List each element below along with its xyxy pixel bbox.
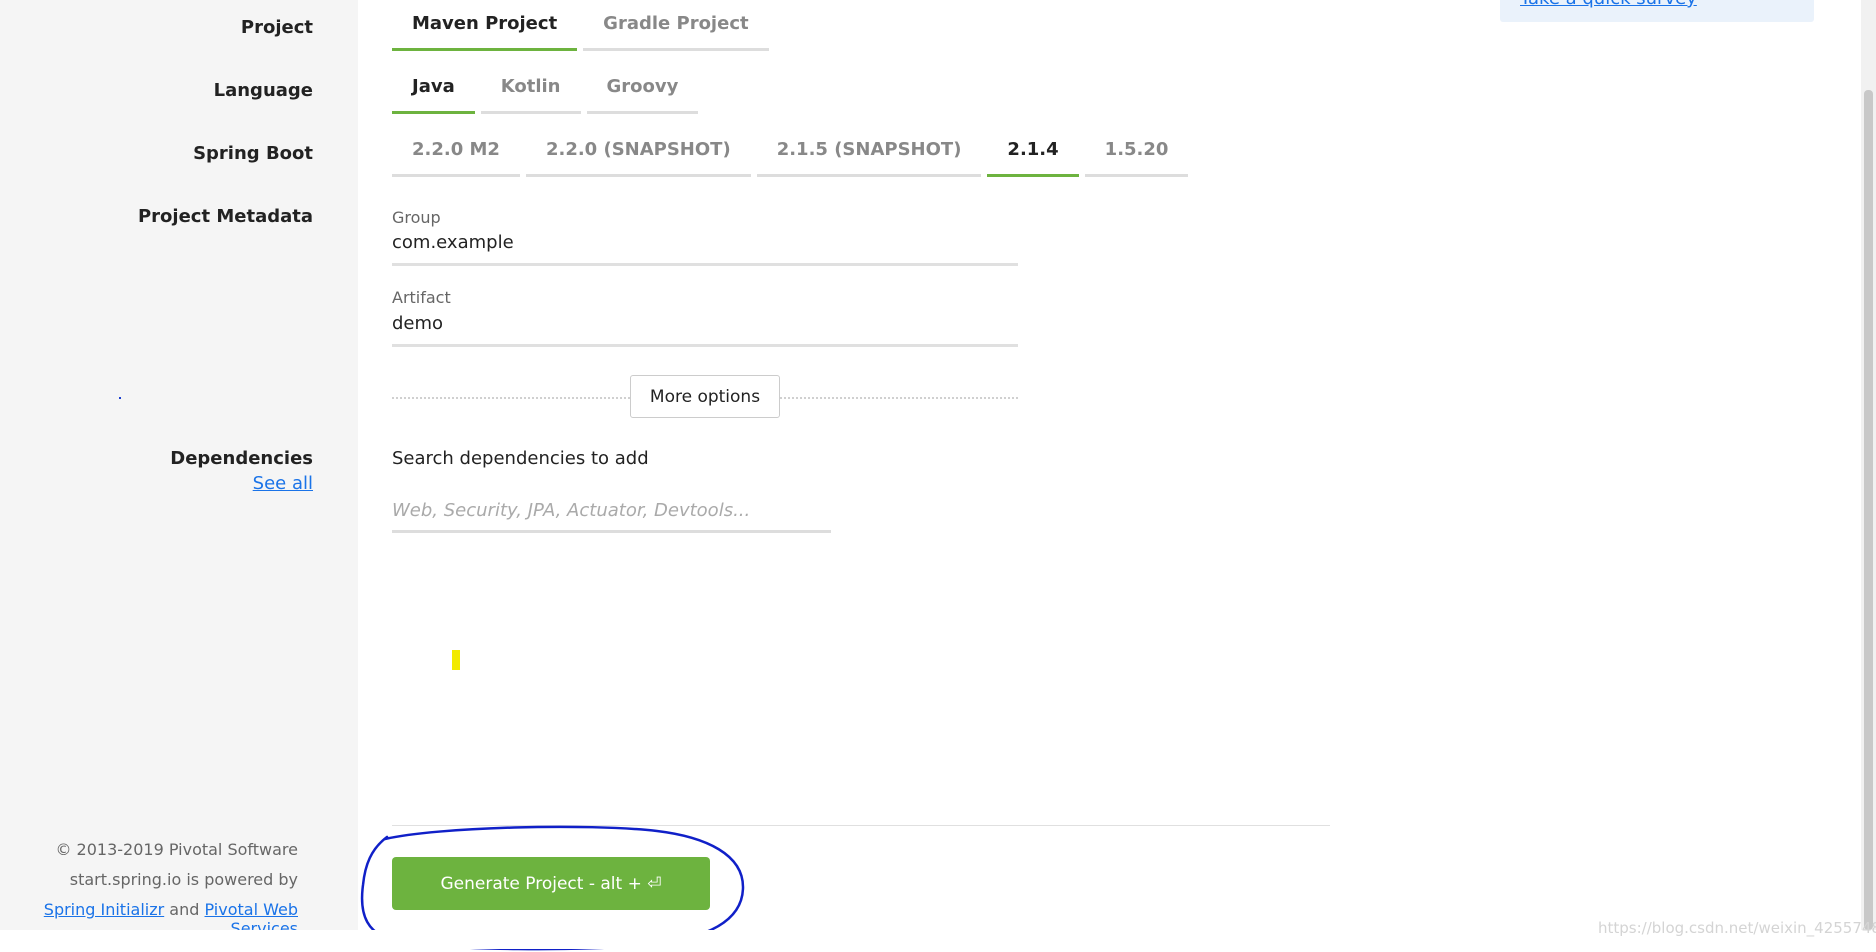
tab-kotlin[interactable]: Kotlin [480, 70, 581, 114]
group-field[interactable]: com.example [392, 232, 1018, 266]
artifact-field[interactable]: demo [392, 313, 1018, 347]
spring-boot-tabs: 2.2.0 M2 2.2.0 (SNAPSHOT) 2.1.5 (SNAPSHO… [392, 133, 1189, 177]
footer-copyright: © 2013-2019 Pivotal Software [55, 840, 298, 859]
search-dependencies-input[interactable] [392, 490, 831, 533]
tab-2-2-0-m2[interactable]: 2.2.0 M2 [392, 133, 520, 177]
project-tabs: Maven Project Gradle Project [392, 7, 769, 51]
group-label: Group [392, 208, 441, 227]
language-tabs: Java Kotlin Groovy [392, 70, 699, 114]
survey-link[interactable]: Take a quick survey [1520, 0, 1697, 9]
footer-and: and [169, 900, 200, 919]
tab-gradle-project[interactable]: Gradle Project [583, 7, 769, 51]
tab-maven-project[interactable]: Maven Project [392, 7, 578, 51]
sidebar: Project Language Spring Boot Project Met… [0, 0, 358, 938]
page-bottom-strip [0, 930, 1876, 949]
stray-dot [119, 397, 121, 399]
scrollbar-thumb[interactable] [1864, 90, 1873, 930]
footer-powered-by: start.spring.io is powered by [69, 870, 298, 889]
generate-project-button[interactable]: Generate Project - alt + ⏎ [392, 857, 710, 910]
search-dependencies-title: Search dependencies to add [392, 448, 649, 469]
tab-2-1-5-snapshot[interactable]: 2.1.5 (SNAPSHOT) [756, 133, 982, 177]
spring-boot-label: Spring Boot [193, 143, 313, 164]
tab-2-1-4[interactable]: 2.1.4 [987, 133, 1079, 177]
tab-1-5-20[interactable]: 1.5.20 [1084, 133, 1189, 177]
yellow-highlight-mark [452, 650, 460, 670]
tab-groovy[interactable]: Groovy [586, 70, 699, 114]
tab-2-2-0-snapshot[interactable]: 2.2.0 (SNAPSHOT) [525, 133, 751, 177]
spring-initializr-link[interactable]: Spring Initializr [44, 900, 164, 919]
project-metadata-label: Project Metadata [137, 206, 313, 227]
more-options-button[interactable]: More options [630, 375, 780, 418]
dependencies-label: Dependencies [170, 448, 313, 469]
language-label: Language [213, 80, 313, 101]
watermark: https://blog.csdn.net/weixin_42557481 [1598, 919, 1876, 937]
footer-divider [392, 825, 1330, 826]
artifact-label: Artifact [392, 288, 451, 307]
project-label: Project [240, 17, 313, 38]
tab-java[interactable]: Java [392, 70, 475, 114]
see-all-link[interactable]: See all [0, 473, 313, 494]
